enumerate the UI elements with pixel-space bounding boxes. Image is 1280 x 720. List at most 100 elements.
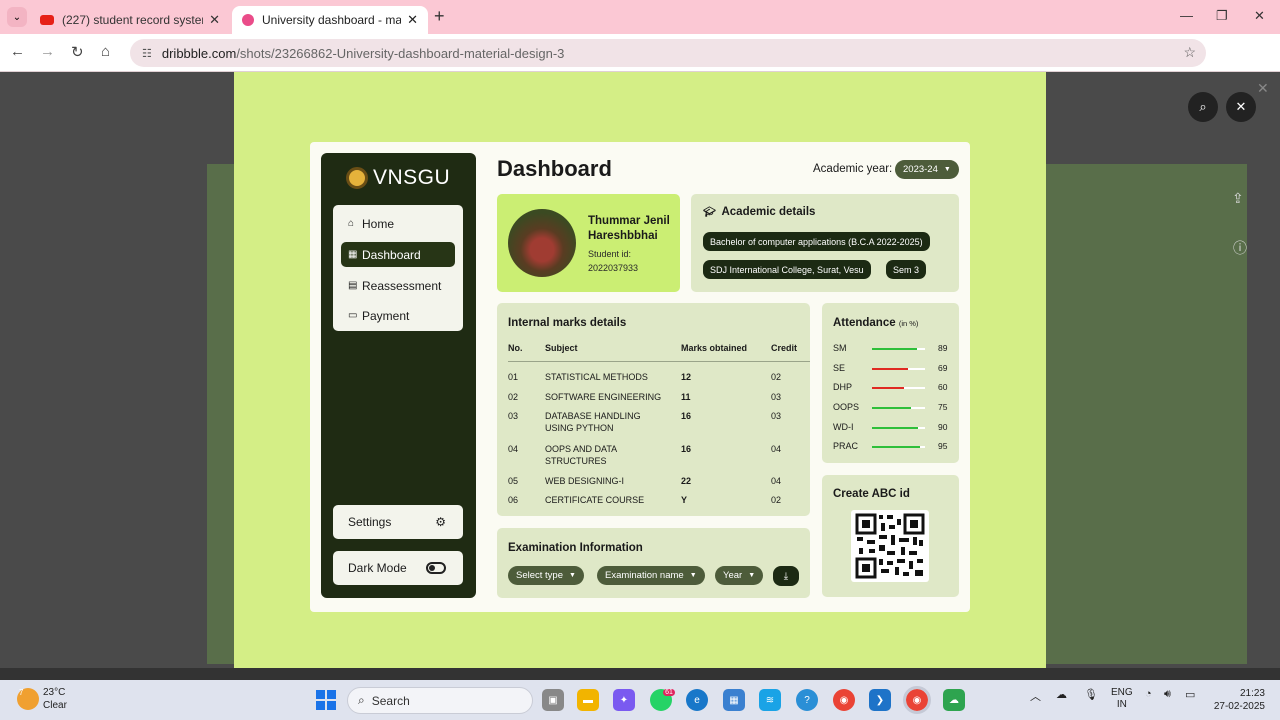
attendance-bar-track bbox=[872, 348, 925, 350]
wifi-icon[interactable]: ◔ bbox=[1145, 688, 1152, 700]
download-button[interactable]: ⤓ bbox=[773, 566, 799, 586]
volume-icon[interactable]: 🔊︎ bbox=[1164, 688, 1171, 701]
tab-search-dropdown-icon[interactable]: ⌄ bbox=[7, 7, 27, 27]
lang-bottom: IN bbox=[1116, 699, 1127, 710]
close-tab-icon[interactable]: ✕ bbox=[407, 12, 418, 28]
horizontal-scrollbar[interactable] bbox=[0, 668, 1280, 680]
cell-subject: CERTIFICATE COURSE bbox=[545, 495, 645, 505]
search-placeholder: Search bbox=[371, 693, 410, 708]
cell-subject: STATISTICAL METHODS bbox=[545, 372, 648, 382]
home-icon[interactable]: ⌂ bbox=[101, 43, 110, 60]
close-tab-icon[interactable]: ✕ bbox=[209, 12, 220, 28]
edge-icon[interactable]: e bbox=[686, 689, 708, 711]
attendance-label: OOPS bbox=[833, 402, 860, 412]
attendance-value: 60 bbox=[938, 382, 948, 392]
exam-name-select[interactable]: Examination name ▼ bbox=[597, 566, 705, 585]
attendance-bar-track bbox=[872, 407, 925, 409]
course-chip: Bachelor of computer applications (B.C.A… bbox=[703, 232, 930, 251]
youtube-icon bbox=[40, 15, 54, 25]
sidebar-item-label: Dashboard bbox=[362, 247, 421, 262]
attendance-value: 95 bbox=[938, 441, 948, 451]
exam-name-label: Examination name bbox=[605, 570, 684, 581]
attendance-title-row: Attendance (in %) bbox=[833, 317, 918, 329]
exam-year-label: Year bbox=[723, 570, 743, 581]
cell-no: 02 bbox=[508, 392, 519, 402]
qr-code[interactable] bbox=[851, 510, 929, 582]
sidebar-item-label: Reassessment bbox=[362, 278, 442, 293]
attendance-label: WD-I bbox=[833, 422, 854, 432]
academic-details-title-row: 🎓︎ Academic details bbox=[703, 206, 815, 218]
attendance-value: 75 bbox=[938, 402, 948, 412]
battery-icon[interactable]: ▭ bbox=[1185, 688, 1195, 701]
attendance-unit: (in %) bbox=[898, 319, 919, 328]
cell-subject: DATABASE HANDLING USING PYTHON bbox=[545, 411, 641, 433]
college-chip: SDJ International College, Surat, Vesu bbox=[703, 260, 871, 279]
cell-subject: WEB DESIGNING-I bbox=[545, 476, 625, 486]
chrome-icon[interactable]: ◉ bbox=[833, 689, 855, 711]
attendance-value: 90 bbox=[938, 422, 948, 432]
cell-subject: OOPS AND DATA STRUCTURES bbox=[545, 444, 617, 466]
cell-no: 03 bbox=[508, 411, 519, 421]
close-modal-bg-icon[interactable]: ✕ bbox=[1257, 80, 1269, 97]
back-icon[interactable]: ← bbox=[10, 43, 25, 60]
sidebar-item-payment[interactable]: ▭ Payment bbox=[341, 303, 455, 328]
academic-details-title: Academic details bbox=[721, 206, 816, 218]
store-icon[interactable]: ▦ bbox=[723, 689, 745, 711]
new-tab-icon[interactable]: + bbox=[434, 6, 445, 27]
exam-type-label: Select type bbox=[516, 570, 563, 581]
minimize-icon[interactable]: — bbox=[1180, 8, 1193, 23]
dark-mode-row: Dark Mode bbox=[333, 551, 463, 585]
dashboard-icon: ▦ bbox=[348, 249, 358, 260]
taskbar-search[interactable]: ⌕ Search bbox=[347, 687, 533, 714]
settings-button[interactable]: Settings ⚙ bbox=[333, 505, 463, 539]
weather-desc: Clear bbox=[43, 700, 67, 711]
chevron-down-icon: ▼ bbox=[689, 572, 697, 579]
cell-marks: 16 bbox=[681, 444, 692, 454]
file-explorer-icon[interactable]: ▬ bbox=[577, 689, 599, 711]
cell-credit: 02 bbox=[771, 495, 782, 505]
vscode-icon[interactable]: ❯ bbox=[869, 689, 891, 711]
copilot-icon[interactable]: ✦ bbox=[613, 689, 635, 711]
chevron-down-icon: ▼ bbox=[748, 572, 756, 579]
attendance-value: 69 bbox=[938, 363, 948, 373]
tray-overflow-icon[interactable]: ︿ bbox=[1030, 688, 1041, 704]
column-header-subject: Subject bbox=[545, 343, 578, 353]
mysql-icon[interactable]: ≋ bbox=[759, 689, 781, 711]
sidebar-item-dashboard[interactable]: ▦ Dashboard bbox=[341, 242, 455, 267]
tab-dribbble[interactable]: University dashboard - materia ✕ bbox=[232, 6, 428, 34]
restore-icon[interactable]: ❐ bbox=[1216, 8, 1228, 24]
close-window-icon[interactable]: ✕ bbox=[1254, 8, 1265, 24]
exam-type-select[interactable]: Select type ▼ bbox=[508, 566, 584, 585]
info-icon[interactable]: ⓘ bbox=[1233, 238, 1247, 258]
microphone-icon[interactable]: 🎙︎ bbox=[1084, 688, 1098, 701]
browser-tab-strip: ⌄ (227) student record system - Y ✕ Univ… bbox=[0, 0, 1280, 34]
site-info-icon[interactable]: ☷ bbox=[142, 47, 152, 60]
forward-icon[interactable]: → bbox=[40, 43, 55, 60]
share-icon[interactable]: ⇪ bbox=[1232, 190, 1244, 207]
language-indicator[interactable]: ENG IN bbox=[1111, 687, 1133, 711]
column-header-no: No. bbox=[508, 343, 523, 353]
attendance-bar-fill bbox=[872, 446, 920, 448]
exam-year-select[interactable]: Year ▼ bbox=[715, 566, 764, 585]
weather-widget[interactable]: 7 23°C Clear bbox=[17, 686, 67, 712]
zoom-icon[interactable]: ⌕ bbox=[1188, 92, 1218, 122]
system-clock[interactable]: 21:23 27-02-2025 bbox=[1213, 687, 1265, 713]
brand-name: VNSGU bbox=[373, 166, 451, 189]
sidebar-item-reassessment[interactable]: ▤ Reassessment bbox=[341, 273, 455, 298]
task-view-icon[interactable]: ▣ bbox=[542, 689, 564, 711]
tray-cloud-icon[interactable]: ☁ bbox=[1056, 688, 1067, 701]
chrome-active-icon[interactable]: ◉ bbox=[903, 686, 931, 714]
cell-no: 01 bbox=[508, 372, 519, 382]
help-icon[interactable]: ? bbox=[796, 689, 818, 711]
sidebar-item-home[interactable]: ⌂ Home bbox=[341, 211, 455, 236]
whatsapp-icon[interactable]: 61 bbox=[650, 688, 675, 711]
close-modal-icon[interactable]: ✕ bbox=[1226, 92, 1256, 122]
bookmark-star-icon[interactable]: ☆ bbox=[1183, 44, 1196, 61]
academic-year-select[interactable]: 2023-24 ▼ bbox=[895, 160, 959, 179]
cloud-app-icon[interactable]: ☁ bbox=[943, 689, 965, 711]
windows-start-icon[interactable] bbox=[316, 690, 336, 710]
reload-icon[interactable]: ↻ bbox=[71, 43, 84, 61]
url-input[interactable]: ☷ dribbble.com/shots/23266862-University… bbox=[130, 39, 1206, 67]
dark-mode-toggle[interactable] bbox=[426, 562, 446, 574]
tab-youtube[interactable]: (227) student record system - Y ✕ bbox=[30, 6, 230, 34]
